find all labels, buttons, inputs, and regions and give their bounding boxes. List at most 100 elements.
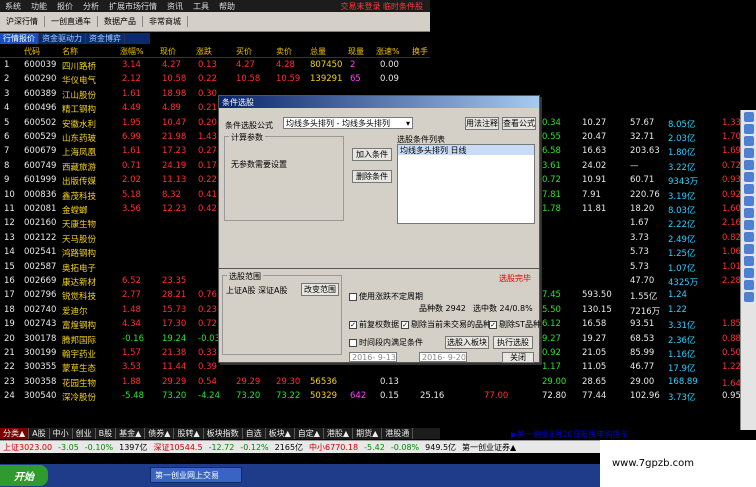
time-cond-checkbox[interactable]: 时间段内满足条件 xyxy=(349,337,423,348)
menu-item[interactable]: 系统 xyxy=(0,1,26,12)
bottom-tab[interactable]: 分类▲ xyxy=(0,428,30,439)
column-header[interactable]: 现量 xyxy=(348,46,364,57)
menu-item[interactable]: 工具 xyxy=(188,1,214,12)
condition-list-item[interactable]: 均线多头排列 日线 xyxy=(398,145,534,155)
column-header[interactable]: 卖价 xyxy=(276,46,292,57)
use-days-checkbox[interactable]: 使用涨跌不定周期 xyxy=(349,291,423,302)
sub-tab[interactable]: 资金博弈 xyxy=(86,33,125,44)
column-header[interactable]: 涨跌 xyxy=(196,46,212,57)
toolbar-item[interactable]: 数据产品 xyxy=(98,16,143,27)
row-index: 11 xyxy=(4,204,15,214)
column-header[interactable]: 现价 xyxy=(160,46,176,57)
date-from-field[interactable]: 2016- 9-13 xyxy=(349,352,397,362)
delete-condition-button[interactable]: 删除条件 xyxy=(352,170,392,183)
table-row[interactable]: 1 600039 四川路桥 3.14 4.27 0.13 4.27 4.28 807450 2 0.… xyxy=(0,60,740,73)
extra-cell: 5.73 xyxy=(630,247,649,258)
tool-icon[interactable] xyxy=(743,292,754,302)
column-header[interactable]: 名称 xyxy=(62,46,78,57)
tool-icon[interactable] xyxy=(743,124,754,134)
usage-button[interactable]: 用法注释 xyxy=(465,117,499,130)
bottom-tab[interactable]: 板块指数 xyxy=(204,428,243,439)
menu-item[interactable]: 功能 xyxy=(26,1,52,12)
extra-cell: 3.19亿 xyxy=(668,191,696,202)
column-header[interactable]: 涨幅% xyxy=(120,46,144,57)
tool-icon[interactable] xyxy=(743,136,754,146)
bottom-tab[interactable]: 创业 xyxy=(73,428,96,439)
tool-icon[interactable] xyxy=(743,256,754,266)
notice-link[interactable]: ▶第一创业9月20日新股申购提示 xyxy=(508,429,631,440)
menu-item[interactable]: 资讯 xyxy=(162,1,188,12)
table-row[interactable]: 24 300540 深冷股份 -5.48 73.20 -4.24 73.20 73.22 503… xyxy=(0,391,741,404)
close-button[interactable]: 关闭 xyxy=(502,352,534,363)
bottom-tab[interactable]: 债券▲ xyxy=(145,428,175,439)
extra-cell: 25.16 xyxy=(420,391,445,402)
put-to-block-button[interactable]: 选股入板块 xyxy=(445,336,489,349)
row-index: 5 xyxy=(4,117,10,128)
extra-cell: 1.60 xyxy=(722,204,741,214)
login-status: 交易未登录 临时条件股 xyxy=(340,1,423,11)
bottom-tab[interactable]: 中小 xyxy=(50,428,73,439)
tool-icon[interactable] xyxy=(743,268,754,278)
stock-code: 600502 xyxy=(24,117,57,128)
tool-icon[interactable] xyxy=(743,148,754,158)
formula-select[interactable]: 均线多头排列 - 均线多头排列 ▾ xyxy=(283,117,413,129)
taskbar-item[interactable]: 第一创业网上交易 xyxy=(150,467,242,483)
tool-icon[interactable] xyxy=(743,184,754,194)
bottom-tab[interactable]: 基金▲ xyxy=(116,428,146,439)
tool-icon[interactable] xyxy=(743,172,754,182)
tool-icon[interactable] xyxy=(743,160,754,170)
date-to-field[interactable]: 2016- 9-20 xyxy=(419,352,467,362)
tool-icon[interactable] xyxy=(743,208,754,218)
bottom-tab[interactable]: 自定▲ xyxy=(295,428,324,439)
stock-code: 002081 xyxy=(24,204,57,214)
row-index: 22 xyxy=(4,362,15,373)
bottom-tab[interactable]: A股 xyxy=(29,428,50,439)
menu-item[interactable]: 帮助 xyxy=(214,1,240,12)
column-header[interactable]: 总量 xyxy=(310,46,326,57)
extra-cell: 2.28 xyxy=(722,276,741,286)
extra-cell: 68.53 xyxy=(630,333,655,344)
bottom-tab[interactable]: 自选 xyxy=(243,428,266,439)
sub-tab[interactable]: 行情报价 xyxy=(0,33,39,44)
table-row[interactable]: 23 300358 花园生物 1.88 29.29 0.54 29.29 29.30 56536… xyxy=(0,377,749,390)
view-formula-button[interactable]: 查看公式 xyxy=(502,117,536,130)
menu-item[interactable]: 分析 xyxy=(78,1,104,12)
bottom-tab[interactable]: 股转▲ xyxy=(174,428,204,439)
column-header[interactable]: 买价 xyxy=(236,46,252,57)
sub-tab[interactable]: 资金驱动力 xyxy=(39,33,86,44)
table-row[interactable]: 22 300355 蒙草生态 3.53 11.44 0.39 1.17 11.05 46.77 1… xyxy=(0,362,741,375)
condition-list[interactable]: 均线多头排列 日线 xyxy=(397,144,535,224)
column-header[interactable]: 换手 xyxy=(412,46,428,57)
column-header[interactable]: 涨速% xyxy=(376,46,400,57)
toolbar-item[interactable]: 沪深行情 xyxy=(0,16,45,27)
menu-item[interactable]: 报价 xyxy=(52,1,78,12)
bottom-tab[interactable]: 港股通 xyxy=(382,428,414,439)
tool-icon[interactable] xyxy=(743,232,754,242)
change: -4.24 xyxy=(198,391,220,402)
change-range-button[interactable]: 改变范围 xyxy=(301,283,339,296)
exclude-st-checkbox[interactable]: ✓ 剔除ST品种 xyxy=(489,319,541,330)
tool-icon[interactable] xyxy=(743,220,754,230)
add-condition-button[interactable]: 加入条件 xyxy=(352,148,392,161)
prev-rights-checkbox[interactable]: ✓ 前复权数据 xyxy=(349,319,399,330)
bottom-tab[interactable]: 期货▲ xyxy=(353,428,383,439)
bottom-tab[interactable]: B股 xyxy=(96,428,117,439)
bottom-tab[interactable]: 板块▲ xyxy=(266,428,295,439)
bottom-tab[interactable]: 港股▲ xyxy=(324,428,354,439)
menu-item[interactable]: 扩展市场行情 xyxy=(104,1,162,12)
tool-icon[interactable] xyxy=(743,244,754,254)
start-button[interactable]: 开始 xyxy=(0,465,48,486)
tool-icon[interactable] xyxy=(743,280,754,290)
table-row[interactable]: 2 600290 华仪电气 2.12 10.58 0.22 10.58 10.59 139291… xyxy=(0,74,740,87)
toolbar-item[interactable]: 一创直通车 xyxy=(45,16,98,27)
tool-icon[interactable] xyxy=(743,112,754,122)
exclude-stop-checkbox[interactable]: ✓ 剔除当前未交易的品种 xyxy=(401,319,491,330)
row-index: 17 xyxy=(4,290,15,301)
toolbar-item[interactable]: 非常商城 xyxy=(143,16,188,27)
execute-button[interactable]: 执行选股 xyxy=(493,336,533,349)
stock-name: 安徽水利 xyxy=(62,119,97,130)
change: 0.20 xyxy=(198,117,217,128)
extra-cell: 1.85 xyxy=(722,319,741,330)
tool-icon[interactable] xyxy=(743,196,754,206)
column-header[interactable]: 代码 xyxy=(24,46,40,57)
